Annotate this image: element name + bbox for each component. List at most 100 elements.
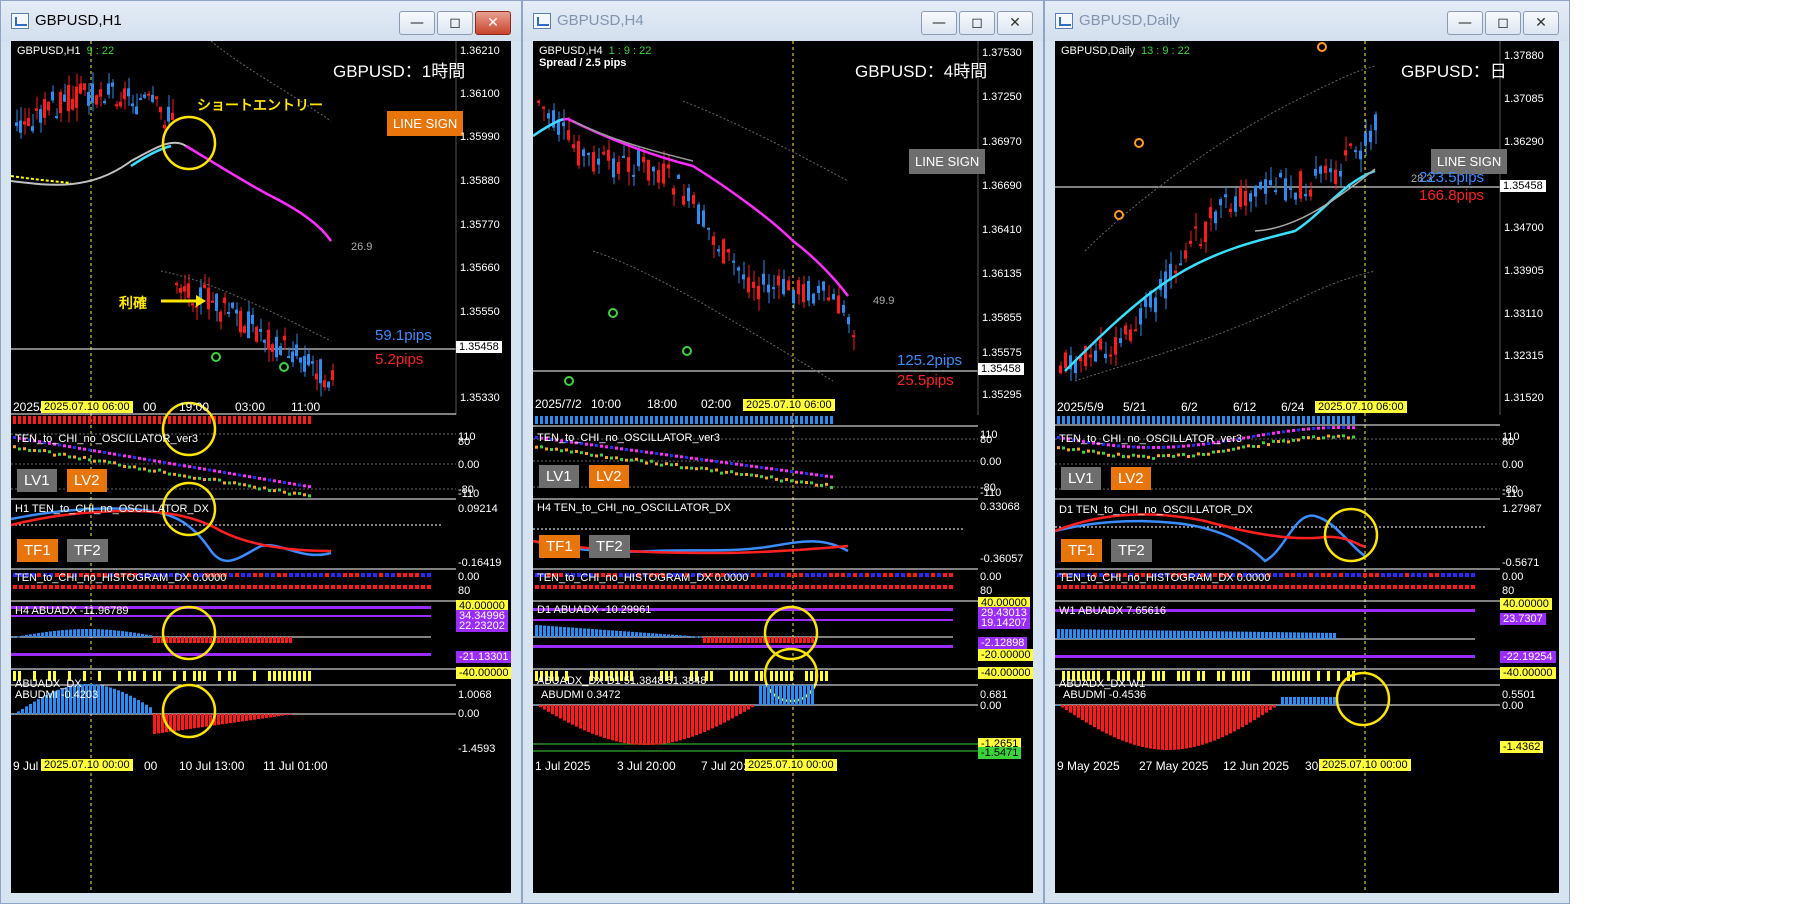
osc-dot	[193, 476, 196, 480]
close-button[interactable]: ✕	[997, 11, 1033, 35]
candle	[255, 326, 258, 342]
lv2-button[interactable]: LV2	[589, 465, 629, 488]
window-title: GBPUSD,H1	[35, 12, 122, 29]
histogram-bar	[687, 635, 690, 637]
hist-cell	[409, 585, 413, 589]
hist-cell	[193, 585, 197, 589]
abuadx-axis-label: 23.7307	[1500, 613, 1546, 625]
minimize-button[interactable]: —	[1447, 11, 1483, 35]
histogram-bar	[177, 637, 180, 643]
osc-dot	[1267, 443, 1270, 447]
osc-dot	[73, 455, 76, 459]
hist-cell	[673, 585, 677, 589]
hist-cell	[799, 573, 803, 577]
abudmi-axis-label: -1.4362	[1500, 741, 1544, 753]
tf1-button[interactable]: TF1	[1061, 539, 1102, 562]
hist-cell	[343, 573, 347, 577]
histogram-bar	[1313, 632, 1316, 639]
histogram-bar	[1105, 629, 1108, 639]
chart-area[interactable]: GBPUSD,H1 9 : 22 GBPUSD：1時間 LINE SIGN ショー…	[11, 41, 511, 893]
osc-dot	[298, 483, 301, 487]
osc-axis-label: -110	[980, 487, 1002, 499]
hist-cell	[277, 573, 281, 577]
trend-square	[620, 416, 623, 424]
trend-square	[33, 416, 36, 424]
hist-cell	[949, 573, 953, 577]
chart-area[interactable]: GBPUSD,Daily 13 : 9 : 22 GBPUSD：日 LINE SI…	[1055, 41, 1559, 893]
chart-window-h4[interactable]: GBPUSD,H4 — ◻ ✕ GBPUSD,H4 1: 9: 22 Spr…	[522, 0, 1044, 904]
tf2-button[interactable]: TF2	[1111, 539, 1152, 562]
chart-window-daily[interactable]: GBPUSD,Daily — ◻ ✕ GBPUSD,Daily 13: 9:…	[1044, 0, 1570, 904]
line-sign-button[interactable]: LINE SIGN	[909, 149, 986, 174]
histogram-bar	[659, 705, 662, 745]
tf2-button[interactable]: TF2	[589, 535, 630, 558]
trend-square	[550, 416, 553, 424]
osc-dot	[645, 450, 648, 454]
minimize-button[interactable]: —	[921, 11, 957, 35]
histogram-bar	[595, 629, 598, 637]
lv2-button[interactable]: LV2	[67, 469, 107, 492]
osc-dot	[725, 470, 728, 474]
hist-cell	[1303, 585, 1307, 589]
hist-cell	[757, 585, 761, 589]
maximize-button[interactable]: ◻	[959, 11, 995, 35]
lv1-button[interactable]: LV1	[17, 469, 57, 492]
osc-dot	[655, 462, 658, 466]
minimize-button[interactable]: —	[399, 11, 435, 35]
tf2-button[interactable]: TF2	[67, 539, 108, 562]
hist-cell	[1387, 585, 1391, 589]
lv2-button[interactable]: LV2	[1111, 467, 1151, 490]
window-titlebar[interactable]: GBPUSD,H1 — ◻ ✕	[1, 1, 521, 41]
window-titlebar[interactable]: GBPUSD,Daily — ◻ ✕	[1045, 1, 1569, 41]
histogram-bar	[1201, 705, 1204, 745]
histogram-bar	[1081, 705, 1084, 721]
hist-cell	[313, 573, 317, 577]
candle	[139, 98, 142, 101]
osc-title: TEN_to_CHI_no_OSCILLATOR_ver3	[15, 433, 199, 445]
histogram-bar	[37, 699, 40, 714]
candle	[267, 329, 270, 350]
osc-dot	[168, 461, 171, 465]
osc-dot	[1267, 432, 1270, 436]
osc-dot	[1202, 452, 1205, 456]
histogram-bar	[1197, 705, 1200, 746]
dx-yellow-bar	[293, 671, 296, 681]
chart-window-h1[interactable]: GBPUSD,H1 — ◻ ✕ GBPUSD,H1 9: 22 GBPUSD：…	[0, 0, 522, 904]
tf1-button[interactable]: TF1	[539, 535, 580, 558]
bottom-date: 11 Jul 01:00	[263, 759, 328, 773]
trend-square	[28, 416, 31, 424]
lv1-button[interactable]: LV1	[539, 465, 579, 488]
histogram-bar	[723, 637, 726, 643]
symbol-header: GBPUSD,H4 1 : 9 : 22	[539, 45, 652, 57]
close-button[interactable]: ✕	[475, 11, 511, 35]
dx-yellow-bar	[755, 671, 758, 681]
hist-cell	[1057, 585, 1061, 589]
hist-cell	[1291, 585, 1295, 589]
histogram-bar	[619, 705, 622, 743]
dx-yellow-bar	[820, 671, 823, 681]
trend-square	[68, 416, 71, 424]
candle	[331, 370, 334, 381]
histogram-bar	[249, 714, 252, 721]
close-button[interactable]: ✕	[1523, 11, 1559, 35]
window-titlebar[interactable]: GBPUSD,H4 — ◻ ✕	[523, 1, 1043, 41]
histogram-bar	[105, 686, 108, 714]
chart-area[interactable]: GBPUSD,H4 1 : 9 : 22 Spread / 2.5 pips GB…	[533, 41, 1033, 893]
histogram-bar	[623, 705, 626, 744]
trend-square	[1147, 416, 1150, 424]
maximize-button[interactable]: ◻	[1485, 11, 1521, 35]
hist-cell	[535, 585, 539, 589]
line-sign-button[interactable]: LINE SIGN	[387, 111, 464, 136]
osc-dot	[1107, 453, 1110, 457]
trend-square	[183, 416, 186, 424]
tf1-button[interactable]: TF1	[17, 539, 58, 562]
maximize-button[interactable]: ◻	[437, 11, 473, 35]
histogram-bar	[1241, 631, 1244, 639]
lv1-button[interactable]: LV1	[1061, 467, 1101, 490]
dx-yellow-bar	[268, 671, 271, 681]
hist-cell	[829, 585, 833, 589]
candle	[1274, 190, 1277, 193]
candle	[1179, 263, 1182, 266]
histogram-bar	[767, 685, 770, 705]
histogram-bar	[811, 685, 814, 705]
